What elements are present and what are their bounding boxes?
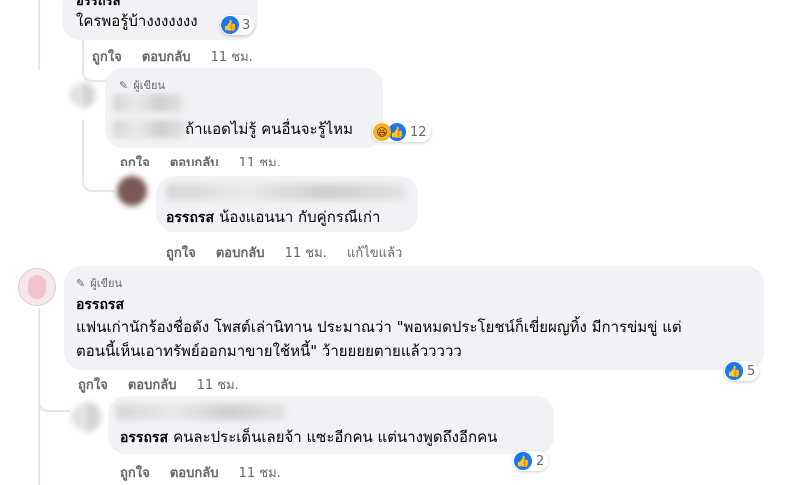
timestamp[interactable]: 11 ชม. [239,156,281,166]
comment-actions: ถูกใจ ตอบกลับ 11 ชม. แก้ไขแล้ว [166,242,418,263]
like-button[interactable]: ถูกใจ [78,378,108,393]
comment-body: อรรถรส คนละประเด็นเลยจ้า แซะอีกคน แต่นาง… [120,426,497,449]
blurred-author-name [113,94,183,112]
like-button[interactable]: ถูกใจ [120,466,150,481]
pencil-icon: ✎ [76,277,86,290]
pencil-icon: ✎ [119,79,129,92]
blurred-header [116,404,286,420]
reaction-count: 12 [410,124,427,140]
author-badge: ✎ ผู้เขียน [119,74,165,94]
avatar[interactable] [72,402,102,432]
comment-text: ถ้าแอดไม่รู้ คนอื่นจะรู้ไหม [185,120,353,138]
reaction-summary[interactable]: 👍 3 [220,15,255,35]
comment-author[interactable]: อรรถรส [120,430,168,446]
like-icon: 👍 [221,16,239,34]
timestamp[interactable]: 11 ชม. [197,378,239,393]
reaction-summary[interactable]: 👍 5 [724,361,760,381]
comment-actions: ถูกใจ ตอบกลับ 11 ชม. [92,46,269,67]
like-icon: 👍 [725,362,743,380]
avatar[interactable] [117,176,147,206]
like-button[interactable]: ถูกใจ [92,50,122,65]
reaction-count: 5 [747,363,756,379]
comment-author[interactable]: อรรถรส [76,294,124,316]
comment-bubble: อรรถรส น้องแอนนา กับคู่กรณีเก่า [156,176,418,232]
comment-bubble: ✎ ผู้เขียน อรรถรส แฟนเก่านักร้องชื่อดัง … [64,266,764,370]
timestamp[interactable]: 11 ชม. [239,466,281,481]
author-tag: ผู้เขียน [90,277,123,290]
haha-icon: 😆 [373,123,391,141]
comment-text: น้องแอนนา กับคู่กรณีเก่า [219,208,381,226]
like-button[interactable]: ถูกใจ [120,156,150,166]
avatar[interactable] [18,268,56,306]
blurred-header [166,184,406,200]
comment-text: คนละประเด็นเลยจ้า แซะอีกคน แต่นางพูดถึงอ… [173,428,498,446]
reaction-summary[interactable]: 👍 2 [513,451,549,471]
reply-button[interactable]: ตอบกลับ [142,50,191,65]
reply-button[interactable]: ตอบกลับ [128,378,177,393]
reaction-summary[interactable]: 😆 👍 12 [372,122,431,142]
reply-button[interactable]: ตอบกลับ [170,466,219,481]
comment-bubble: ✎ ผู้เขียน ถ้าแอดไม่รู้ คนอื่นจะรู้ไหม [105,68,383,148]
comment-bubble: อรรถรส คนละประเด็นเลยจ้า แซะอีกคน แต่นาง… [108,396,554,454]
timestamp[interactable]: 11 ชม. [211,50,253,65]
like-icon: 👍 [514,452,532,470]
comment-author[interactable]: อรรถรส [166,210,214,226]
thread-connector [38,360,70,412]
reply-button[interactable]: ตอบกลับ [170,156,219,166]
reply-button[interactable]: ตอบกลับ [216,246,265,261]
edited-label[interactable]: แก้ไขแล้ว [347,246,402,261]
comment-text-line: แฟนเก่านักร้องชื่อดัง โพสต์เล่านิทาน ประ… [76,318,682,336]
author-tag: ผู้เขียน [133,79,166,92]
comment-text-line: ตอนนี้เห็นเอาทรัพย์ออกมาขายใช้หนี้" ว้าย… [76,342,462,360]
comment-body: อรรถรส น้องแอนนา กับคู่กรณีเก่า [166,206,380,229]
comment-actions: ถูกใจ ตอบกลับ 11 ชม. [120,152,297,166]
thread-line [38,0,40,70]
author-badge: ✎ ผู้เขียน [76,272,122,292]
like-button[interactable]: ถูกใจ [166,246,196,261]
blurred-text [113,120,185,138]
comment-actions: ถูกใจ ตอบกลับ 11 ชม. [120,462,297,483]
comment-actions: ถูกใจ ตอบกลับ 11 ชม. [78,374,255,395]
avatar[interactable] [70,82,96,108]
comment-text: ใครพอรู้บ้างงงงงงง [76,12,198,30]
reaction-count: 3 [242,17,251,33]
timestamp[interactable]: 11 ชม. [285,246,327,261]
avatar-figure [28,275,46,299]
reaction-count: 2 [536,453,545,469]
